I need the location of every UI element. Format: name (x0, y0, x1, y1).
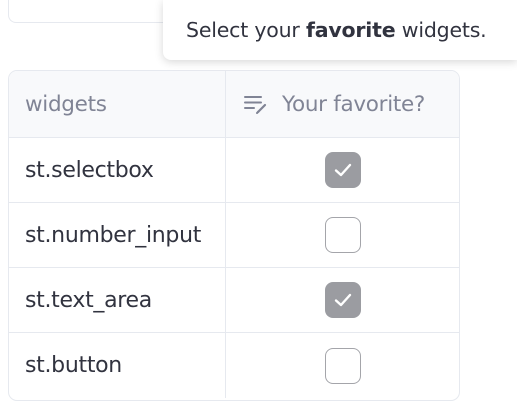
tooltip-text-prefix: Select your (186, 18, 306, 42)
favorite-cell[interactable] (226, 138, 459, 202)
tooltip-text-emphasis: favorite (305, 18, 396, 42)
tooltip: Select your favorite widgets. (163, 0, 517, 60)
widget-name: st.number_input (25, 222, 202, 248)
favorite-checkbox[interactable] (324, 152, 361, 188)
widget-name: st.selectbox (25, 157, 154, 183)
favorite-checkbox[interactable] (324, 347, 361, 384)
widget-name-cell[interactable]: st.text_area (9, 268, 226, 332)
column-header-favorite[interactable]: Your favorite? (226, 71, 459, 137)
favorite-cell[interactable] (226, 333, 459, 398)
column-header-widgets[interactable]: widgets (9, 71, 226, 137)
widget-name: st.text_area (25, 287, 152, 313)
app-viewport: widgets Your favorite? st.selectbox st.n… (0, 0, 517, 402)
favorite-checkbox[interactable] (324, 217, 361, 253)
widget-name: st.button (25, 353, 122, 378)
table-header-row: widgets Your favorite? (9, 71, 459, 138)
table-row: st.number_input (9, 203, 459, 268)
widget-name-cell[interactable]: st.button (9, 333, 226, 398)
table-row: st.text_area (9, 268, 459, 333)
tooltip-text-suffix: widgets. (395, 18, 487, 42)
widget-name-cell[interactable]: st.selectbox (9, 138, 226, 202)
column-header-favorite-label: Your favorite? (282, 91, 426, 117)
favorite-checkbox[interactable] (324, 282, 361, 318)
table-row: st.button (9, 333, 459, 398)
column-header-widgets-label: widgets (25, 91, 107, 117)
table-row: st.selectbox (9, 138, 459, 203)
data-editor-table: widgets Your favorite? st.selectbox st.n… (8, 70, 460, 401)
widget-name-cell[interactable]: st.number_input (9, 203, 226, 267)
check-icon (334, 163, 351, 177)
check-icon (334, 293, 351, 307)
favorite-cell[interactable] (226, 203, 459, 267)
edit-list-icon (243, 93, 269, 115)
favorite-cell[interactable] (226, 268, 459, 332)
